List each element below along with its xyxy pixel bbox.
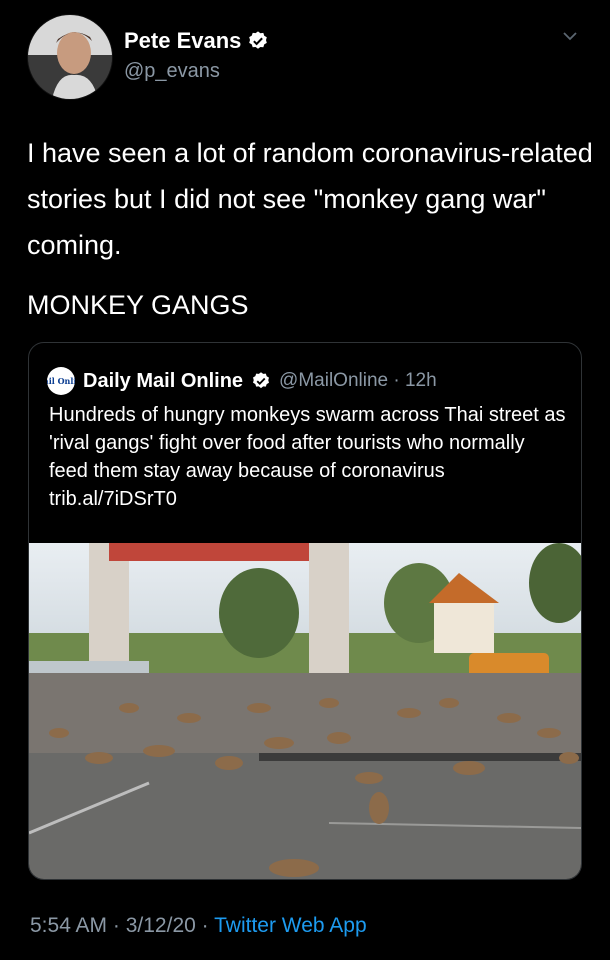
quoted-tweet-image[interactable] xyxy=(29,543,581,879)
mailonline-logo-text: Mail Online xyxy=(47,376,75,386)
tweet-source-app[interactable]: Twitter Web App xyxy=(214,914,367,937)
quoted-author-handle-time[interactable]: @MailOnline · 12h xyxy=(279,370,437,392)
author-avatar[interactable] xyxy=(27,14,113,100)
tweet-text-monkey-gangs: MONKEY GANGS xyxy=(27,290,249,320)
author-name[interactable]: Pete Evans xyxy=(124,28,241,54)
quoted-tweet-header: Mail Online Daily Mail Online @MailOnlin… xyxy=(47,367,437,395)
tweet-time[interactable]: 5:54 AM xyxy=(30,914,107,937)
mailonline-logo: Mail Online xyxy=(47,367,75,395)
author-name-row: Pete Evans xyxy=(124,28,269,54)
author-handle[interactable]: @p_evans xyxy=(124,60,220,83)
quoted-author-name[interactable]: Daily Mail Online xyxy=(83,370,243,393)
quoted-tweet-card[interactable]: Mail Online Daily Mail Online @MailOnlin… xyxy=(28,342,582,880)
tweet-text: I have seen a lot of random coronavirus-… xyxy=(27,138,593,260)
chevron-down-icon[interactable] xyxy=(560,26,580,46)
tweet-date[interactable]: 3/12/20 xyxy=(126,914,196,937)
meta-separator: · xyxy=(107,914,126,937)
verified-badge-icon xyxy=(249,31,268,49)
tweet-meta: 5:54 AM · 3/12/20 · Twitter Web App xyxy=(30,914,367,938)
meta-separator: · xyxy=(195,914,215,937)
quoted-tweet-text: Hundreds of hungry monkeys swarm across … xyxy=(49,404,566,510)
verified-badge-icon xyxy=(253,372,270,389)
